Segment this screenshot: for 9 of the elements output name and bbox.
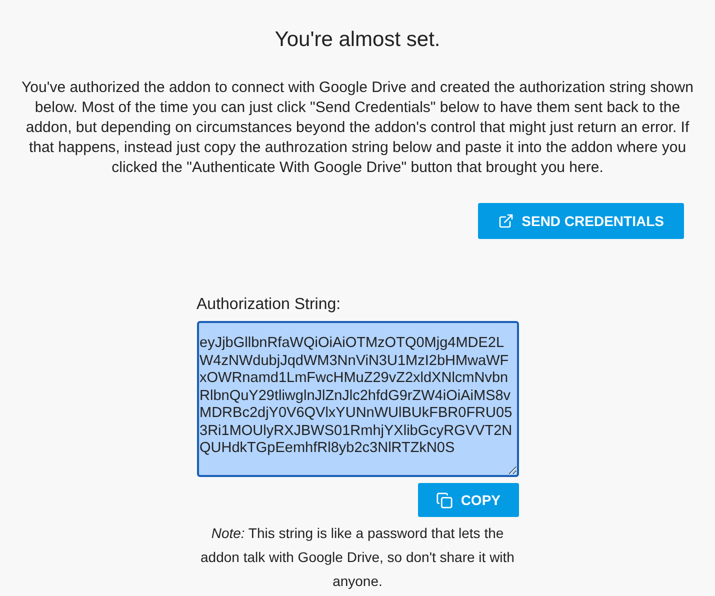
note-text: Note: This string is like a password that lets the addon talk with Google Drive, so don't share it with anyone. xyxy=(200,524,516,591)
external-link-icon xyxy=(498,213,514,229)
page-title: You're almost set. xyxy=(274,27,440,53)
authorization-field[interactable]: eyJjbGllbnRfaWQiOiAiOTMzOTQ0Mjg4MDE2LW4zNWdubjJqdWM3NnViN3U1MzI2bHMwaWFxOWRnamd1LmFwcHMuZ29vZ2xldXNlcmNvbnRlbnQuY29tliwglnJlZnJlc2hfdG9rZW4iOiAiMS8vMDRBc2djY0V6QVlxYUNnWUlBUkFBR0FRU053Ri1MOUlyRXJBWS01RmhjYXlibGcyRGVVT2NQUHdkTGpEemhfRl8yb2c3NlRTZkN0S xyxy=(196,321,518,477)
intro-paragraph: You've authorized the addon to connect with Google Drive and created the authorization string shown below. Most of the time you can just click "Send Credentials" below to have them sent back to the addon, but depending on circumstances beyond the addon's control that might just return an error. If that happens, instead just copy the authrozation string below and paste it into the addon where you clicked the "Authenticate With Google Drive" button that brought you here. xyxy=(20,78,694,178)
send-credentials-button[interactable]: SEND CREDENTIALS xyxy=(478,203,684,239)
copy-button[interactable]: COPY xyxy=(418,483,518,517)
copy-icon xyxy=(436,492,453,508)
field-label: Authorization String: xyxy=(196,295,342,315)
